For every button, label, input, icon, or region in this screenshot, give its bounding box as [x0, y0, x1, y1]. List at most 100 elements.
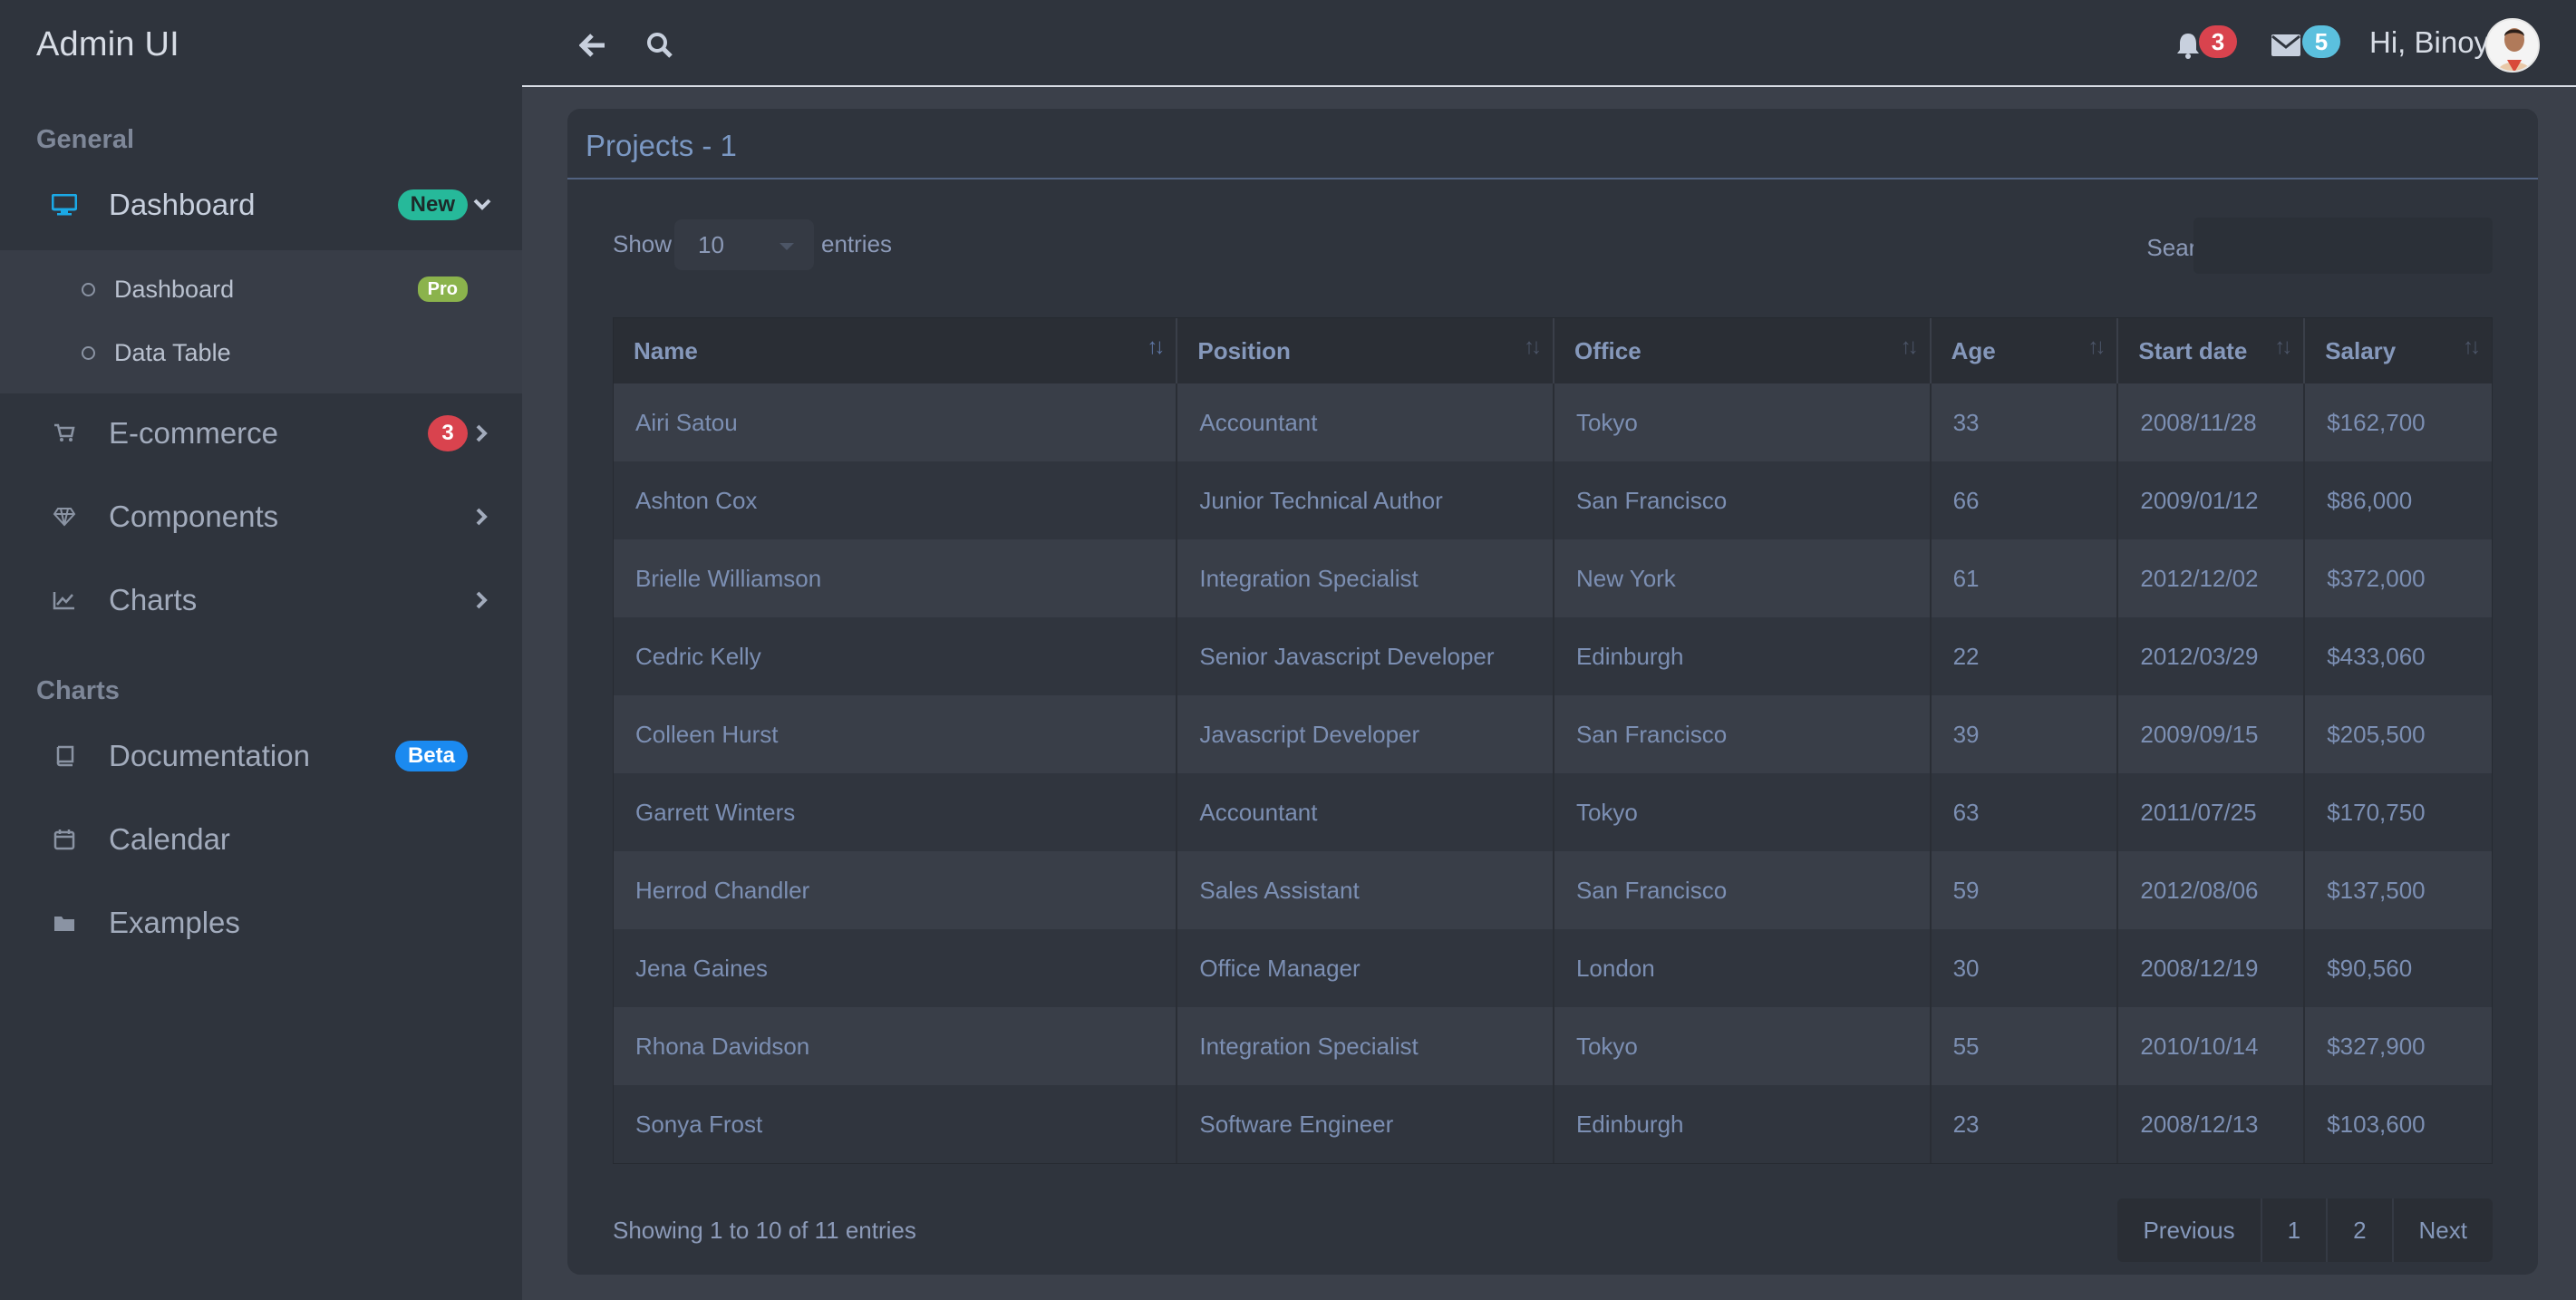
folder-icon	[51, 909, 78, 936]
page-1-button[interactable]: 1	[2262, 1198, 2329, 1262]
column-header-start-date[interactable]: Start date ↑↓	[2118, 318, 2306, 383]
chevron-down-icon	[470, 192, 495, 218]
notifications-badge: 3	[2199, 25, 2237, 58]
column-header-name[interactable]: Name ↑↓	[614, 318, 1178, 383]
sort-icon: ↑↓	[2087, 335, 2106, 359]
cell-position: Accountant	[1177, 773, 1554, 851]
new-badge: New	[397, 189, 468, 220]
table-row[interactable]: Brielle Williamson Integration Specialis…	[614, 539, 2492, 617]
previous-button[interactable]: Previous	[2117, 1198, 2262, 1262]
line-chart-icon	[51, 587, 78, 614]
table-row[interactable]: Garrett Winters Accountant Tokyo 63 2011…	[614, 773, 2492, 851]
section-general: General	[36, 125, 134, 154]
sidebar-item-charts[interactable]: Charts	[0, 558, 522, 642]
card-title: Projects - 1	[586, 129, 737, 162]
cell-position: Senior Javascript Developer	[1177, 617, 1554, 695]
dashboard-submenu: Dashboard Pro Data Table	[0, 250, 522, 393]
cell-start-date: 2012/08/06	[2118, 851, 2306, 929]
cell-position: Sales Assistant	[1177, 851, 1554, 929]
circle-icon	[82, 345, 95, 360]
projects-table: Name ↑↓ Position ↑↓ Office ↑↓ Age ↑↓ Start d…	[613, 317, 2493, 1164]
table-row[interactable]: Cedric Kelly Senior Javascript Developer…	[614, 617, 2492, 695]
cell-office: Edinburgh	[1554, 1085, 1932, 1163]
submenu-item-label: Dashboard	[114, 275, 235, 303]
cell-start-date: 2012/03/29	[2118, 617, 2306, 695]
table-row[interactable]: Colleen Hurst Javascript Developer San F…	[614, 695, 2492, 773]
sort-icon: ↑↓	[2463, 335, 2481, 359]
cell-salary: $205,500	[2327, 720, 2426, 748]
table-row[interactable]: Herrod Chandler Sales Assistant San Fran…	[614, 851, 2492, 929]
cell-age: 66	[1932, 461, 2119, 539]
cell-age: 59	[1932, 851, 2119, 929]
sidebar-item-calendar[interactable]: Calendar	[0, 798, 522, 881]
cell-name: Airi Satou	[614, 383, 1178, 461]
calendar-icon	[51, 826, 78, 853]
cell-office: Tokyo	[1554, 773, 1932, 851]
table-header: Name ↑↓ Position ↑↓ Office ↑↓ Age ↑↓ Start d…	[614, 318, 2492, 383]
cell-start-date: 2012/12/02	[2118, 539, 2306, 617]
user-greeting[interactable]: Hi, Binoy	[2369, 25, 2489, 60]
diamond-icon	[51, 503, 78, 530]
search-icon[interactable]	[642, 27, 678, 63]
book-icon	[51, 742, 78, 770]
beta-badge: Beta	[394, 741, 468, 771]
cell-start-date: 2010/10/14	[2118, 1007, 2306, 1085]
cell-position: Integration Specialist	[1177, 539, 1554, 617]
cell-start-date: 2008/12/13	[2118, 1085, 2306, 1163]
cell-name: Ashton Cox	[614, 461, 1178, 539]
sidebar-item-components[interactable]: Components	[0, 475, 522, 558]
submenu-item-dashboard[interactable]: Dashboard Pro	[0, 257, 522, 321]
table-row[interactable]: Sonya Frost Software Engineer Edinburgh …	[614, 1085, 2492, 1163]
column-header-label: Position	[1197, 336, 1291, 364]
avatar[interactable]	[2485, 18, 2540, 73]
cell-salary: $372,000	[2327, 564, 2426, 592]
column-header-salary[interactable]: Salary ↑↓	[2305, 318, 2492, 383]
cell-position: Office Manager	[1177, 929, 1554, 1007]
column-header-office[interactable]: Office ↑↓	[1554, 318, 1932, 383]
sort-icon: ↑↓	[1900, 335, 1919, 359]
column-header-label: Name	[634, 336, 698, 364]
cell-age: 33	[1932, 383, 2119, 461]
cell-office: San Francisco	[1554, 851, 1932, 929]
sidebar-item-ecommerce[interactable]: E-commerce 3	[0, 392, 522, 475]
sidebar-item-dashboard[interactable]: Dashboard New	[0, 163, 522, 247]
cell-position: Integration Specialist	[1177, 1007, 1554, 1085]
search-input[interactable]	[2193, 218, 2493, 274]
submenu-item-label: Data Table	[114, 338, 231, 366]
page-size-select[interactable]: 10	[674, 219, 814, 270]
sort-icon: ↑↓	[1147, 335, 1165, 359]
section-charts: Charts	[36, 676, 120, 705]
table-row[interactable]: Jena Gaines Office Manager London 30 200…	[614, 929, 2492, 1007]
cell-start-date: 2009/09/15	[2118, 695, 2306, 773]
cell-salary: $433,060	[2327, 642, 2426, 670]
table-row[interactable]: Airi Satou Accountant Tokyo 33 2008/11/2…	[614, 383, 2492, 461]
cell-office: San Francisco	[1554, 695, 1932, 773]
sort-icon: ↑↓	[2274, 335, 2292, 359]
table-row[interactable]: Rhona Davidson Integration Specialist To…	[614, 1007, 2492, 1085]
cell-age: 55	[1932, 1007, 2119, 1085]
column-header-position[interactable]: Position ↑↓	[1177, 318, 1554, 383]
arrow-left-icon[interactable]	[575, 27, 611, 63]
next-button[interactable]: Next	[2394, 1198, 2493, 1262]
cell-age: 39	[1932, 695, 2119, 773]
entries-label: entries	[821, 230, 893, 257]
cell-position: Accountant	[1177, 383, 1554, 461]
brand-title[interactable]: Admin UI	[36, 25, 179, 64]
pro-badge: Pro	[417, 276, 468, 302]
cell-age: 30	[1932, 929, 2119, 1007]
submenu-item-data-table[interactable]: Data Table	[0, 321, 522, 384]
cell-salary: $103,600	[2327, 1110, 2426, 1138]
sidebar-item-documentation[interactable]: Documentation Beta	[0, 714, 522, 798]
column-header-age[interactable]: Age ↑↓	[1932, 318, 2119, 383]
sidebar-item-label: Documentation	[109, 739, 310, 772]
messages-badge: 5	[2302, 25, 2340, 58]
sidebar-item-examples[interactable]: Examples	[0, 881, 522, 965]
page-2-button[interactable]: 2	[2328, 1198, 2394, 1262]
table-row[interactable]: Ashton Cox Junior Technical Author San F…	[614, 461, 2492, 539]
sidebar-item-label: E-commerce	[109, 416, 279, 450]
cell-salary: $137,500	[2327, 876, 2426, 904]
cell-office: London	[1554, 929, 1932, 1007]
cell-start-date: 2011/07/25	[2118, 773, 2306, 851]
cell-salary: $327,900	[2327, 1032, 2426, 1060]
envelope-icon[interactable]	[2268, 27, 2304, 63]
